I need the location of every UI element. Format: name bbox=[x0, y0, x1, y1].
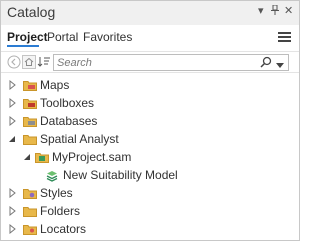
chevron-right-icon[interactable] bbox=[9, 224, 17, 234]
chevron-right-icon[interactable] bbox=[9, 116, 17, 126]
tab-favorites[interactable]: Favorites bbox=[83, 30, 132, 44]
search-input[interactable] bbox=[57, 56, 257, 69]
chevron-expanded-icon[interactable] bbox=[8, 134, 16, 144]
chevron-right-icon[interactable] bbox=[9, 80, 17, 90]
databases-folder-icon bbox=[23, 117, 37, 127]
chevron-right-icon[interactable] bbox=[9, 98, 17, 108]
catalog-tabs: Project Portal Favorites bbox=[1, 25, 299, 51]
chevron-right-icon[interactable] bbox=[9, 188, 17, 198]
tree-item-label: Styles bbox=[40, 186, 73, 200]
tree-item-locators[interactable]: Locators bbox=[1, 220, 299, 238]
tree-item-folders[interactable]: Folders bbox=[1, 202, 299, 220]
search-icon[interactable] bbox=[260, 56, 272, 71]
back-arrow-icon[interactable] bbox=[7, 55, 21, 69]
tree-item-styles[interactable]: Styles bbox=[1, 184, 299, 202]
toolboxes-folder-icon bbox=[23, 99, 37, 109]
tree-item-spatial-analyst[interactable]: Spatial Analyst bbox=[1, 130, 299, 148]
tab-project[interactable]: Project bbox=[7, 30, 48, 44]
search-box bbox=[53, 54, 289, 71]
tree-item-new-suitability-model[interactable]: New Suitability Model bbox=[1, 166, 299, 184]
tree-item-databases[interactable]: Databases bbox=[1, 112, 299, 130]
catalog-pane: Catalog ▾ ✕ Project Portal Favorites Sea… bbox=[0, 0, 300, 241]
tree-item-label: Databases bbox=[40, 114, 98, 128]
chevron-right-icon[interactable] bbox=[9, 206, 17, 216]
active-tab-indicator bbox=[7, 45, 39, 47]
chevron-expanded-icon[interactable] bbox=[23, 152, 31, 162]
tree-item-label: Maps bbox=[40, 78, 70, 92]
maps-folder-icon bbox=[23, 81, 37, 91]
tree-item-myproject-sam[interactable]: MyProject.sam bbox=[1, 148, 299, 166]
search-options-chevron-down-icon[interactable] bbox=[276, 58, 284, 72]
pane-title: Catalog bbox=[7, 4, 56, 20]
tree-item-label: Toolboxes bbox=[40, 96, 95, 110]
tree-item-label: Folders bbox=[40, 204, 81, 218]
catalog-toolbar bbox=[1, 51, 299, 73]
locators-folder-icon bbox=[23, 225, 37, 235]
folder-icon bbox=[23, 135, 37, 145]
pane-title-bar: Catalog ▾ ✕ bbox=[1, 1, 299, 25]
styles-folder-icon bbox=[23, 189, 37, 199]
menu-icon[interactable] bbox=[278, 32, 291, 43]
tree-item-label: Locators bbox=[40, 222, 87, 236]
tree-item-label: MyProject.sam bbox=[52, 150, 132, 164]
tree-item-toolboxes[interactable]: Toolboxes bbox=[1, 94, 299, 112]
spatial-analyst-project-icon bbox=[35, 153, 49, 163]
home-icon[interactable] bbox=[22, 55, 36, 69]
tree-item-maps[interactable]: Maps bbox=[1, 76, 299, 94]
sort-icon[interactable] bbox=[37, 55, 51, 69]
close-icon[interactable]: ✕ bbox=[284, 5, 293, 17]
folders-folder-icon bbox=[23, 207, 37, 217]
tab-portal[interactable]: Portal bbox=[47, 30, 78, 44]
options-dropdown-icon[interactable]: ▾ bbox=[258, 5, 264, 17]
tree-item-label: New Suitability Model bbox=[63, 168, 178, 182]
suitability-model-icon bbox=[46, 171, 58, 182]
tree-item-label: Spatial Analyst bbox=[40, 132, 119, 146]
auto-hide-pin-icon[interactable] bbox=[271, 4, 279, 18]
